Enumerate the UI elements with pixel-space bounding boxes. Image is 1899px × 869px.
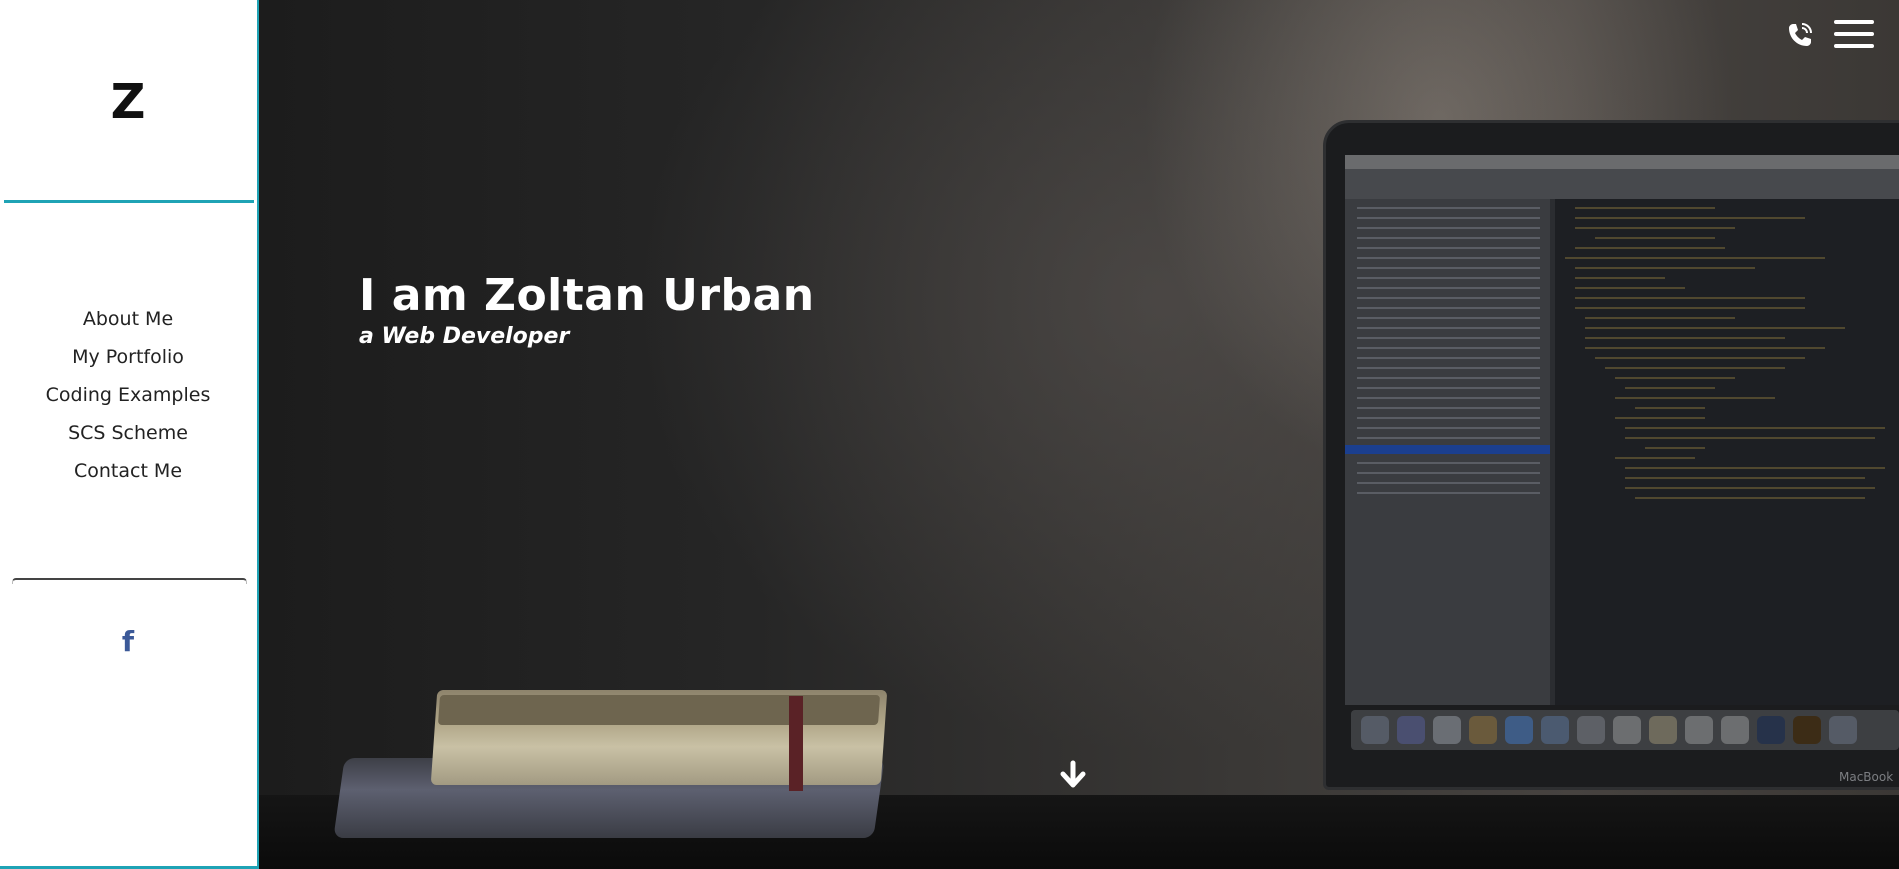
hero-headline: I am Zoltan Urban a Web Developer bbox=[359, 268, 815, 350]
nav-item-about-me[interactable]: About Me bbox=[0, 300, 256, 338]
hero-section: MacBook I am Zoltan Urban a Web Develope… bbox=[259, 0, 1899, 869]
laptop-brand-label: MacBook bbox=[1839, 770, 1894, 784]
screen-toolbar bbox=[1345, 169, 1899, 199]
sidebar-nav: About Me My Portfolio Coding Examples SC… bbox=[0, 300, 256, 490]
laptop-dock-image bbox=[1351, 710, 1899, 750]
nav-item-coding-examples[interactable]: Coding Examples bbox=[0, 376, 256, 414]
nav-item-contact-me[interactable]: Contact Me bbox=[0, 452, 256, 490]
logo-divider bbox=[4, 200, 254, 203]
nav-item-my-portfolio[interactable]: My Portfolio bbox=[0, 338, 256, 376]
page: Z About Me My Portfolio Coding Examples … bbox=[0, 0, 1899, 869]
book-band-image bbox=[789, 696, 803, 791]
hero-subtitle: a Web Developer bbox=[359, 324, 570, 349]
facebook-icon[interactable]: f bbox=[118, 626, 138, 658]
social-divider bbox=[12, 578, 247, 584]
hero-title: I am Zoltan Urban bbox=[359, 270, 815, 321]
screen-menubar bbox=[1345, 155, 1899, 169]
arrow-down-icon[interactable] bbox=[1058, 760, 1088, 790]
sidebar: Z About Me My Portfolio Coding Examples … bbox=[0, 0, 259, 869]
screen-file-tree bbox=[1345, 199, 1550, 705]
nav-item-scs-scheme[interactable]: SCS Scheme bbox=[0, 414, 256, 452]
laptop-screen-image bbox=[1345, 155, 1899, 705]
screen-code-editor bbox=[1555, 199, 1899, 705]
phone-icon[interactable] bbox=[1785, 20, 1815, 50]
book-cover-image bbox=[437, 695, 881, 725]
hamburger-menu-icon[interactable] bbox=[1834, 20, 1874, 52]
site-logo[interactable]: Z bbox=[0, 72, 256, 132]
